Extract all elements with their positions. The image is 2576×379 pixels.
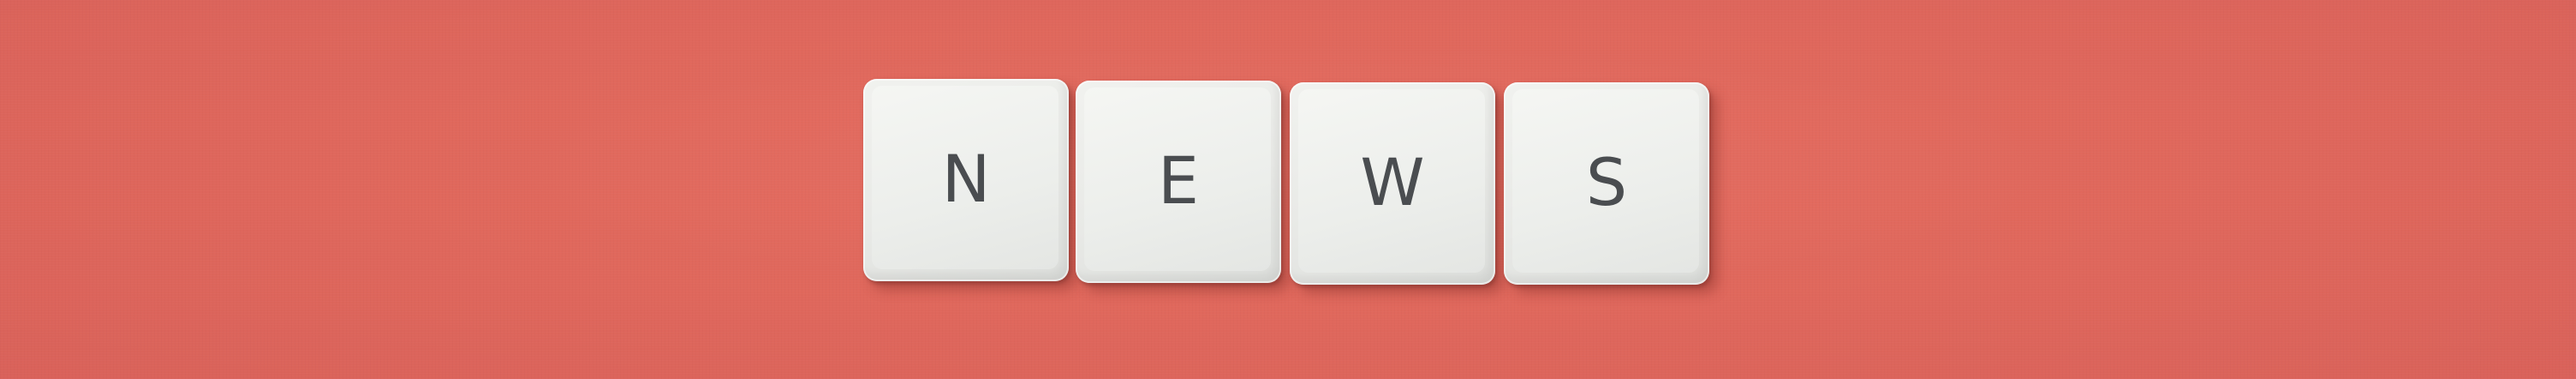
keycap-n: N — [863, 79, 1069, 281]
keycap-letter: W — [1360, 144, 1425, 220]
news-keycaps: N E W S — [863, 79, 1711, 285]
keycap-e: E — [1076, 81, 1281, 283]
keycap-letter: N — [941, 141, 991, 217]
keycap-letter: S — [1585, 144, 1628, 220]
keycap-w: W — [1290, 82, 1495, 285]
coral-background: N E W S — [0, 0, 2576, 379]
keycap-letter: E — [1157, 142, 1200, 219]
keycap-s: S — [1504, 82, 1709, 285]
